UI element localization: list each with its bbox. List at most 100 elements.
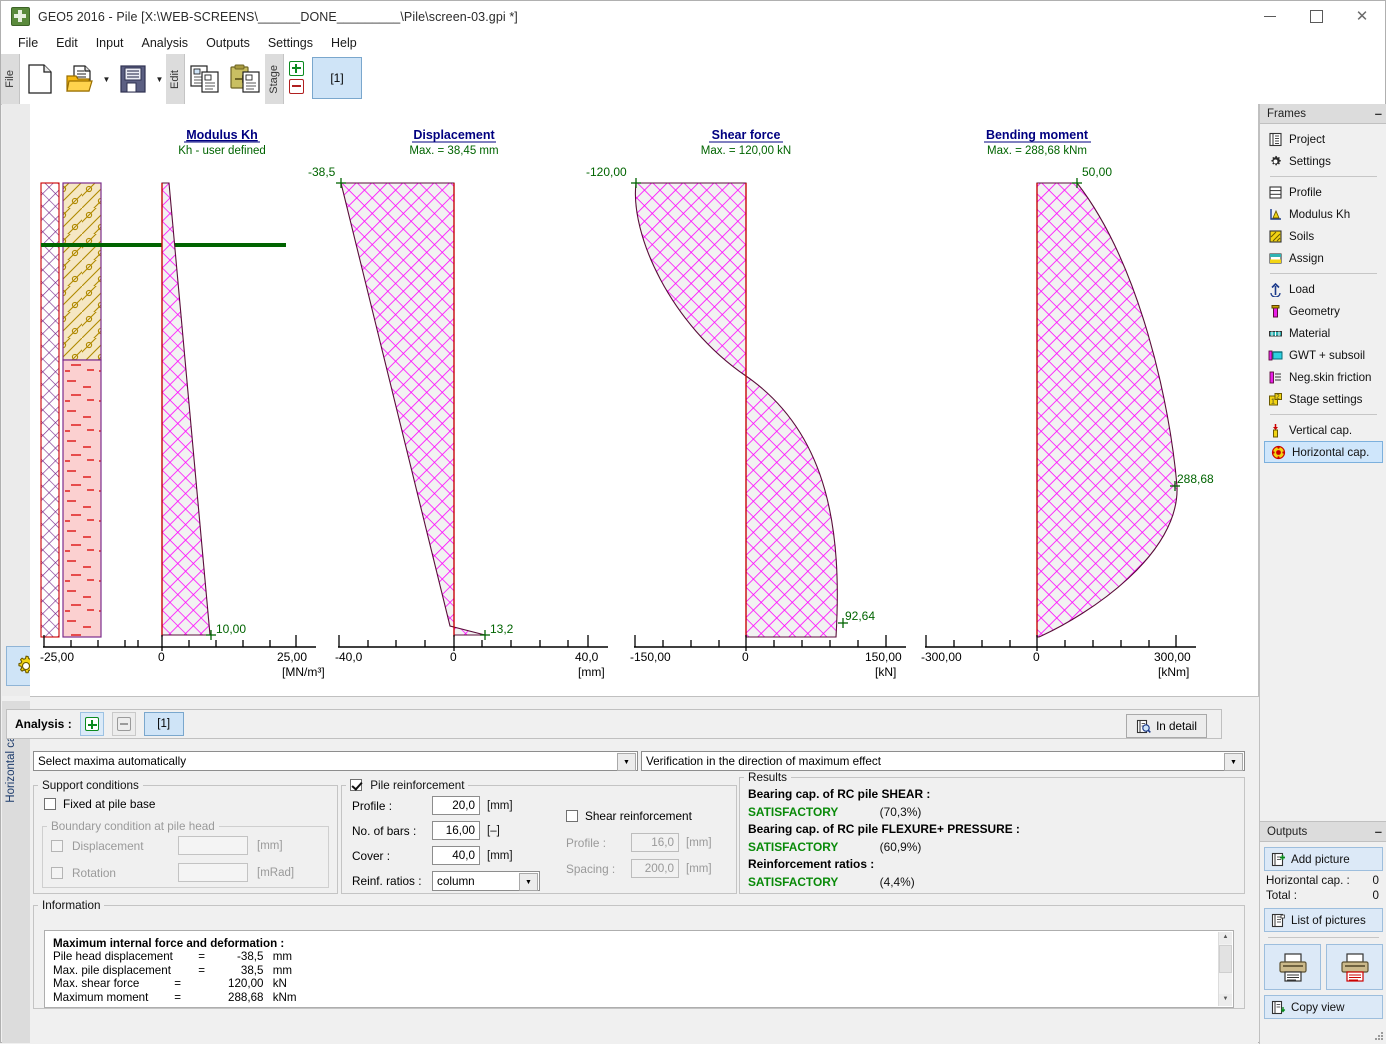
- information-group: Information Maximum internal force and d…: [33, 899, 1245, 1009]
- result-pct-shear: (70,3%): [880, 804, 922, 822]
- outputs-total-label: Total :: [1266, 889, 1297, 902]
- frames-collapse-button[interactable]: –: [1375, 109, 1382, 119]
- analysis-stage-tab[interactable]: [1]: [144, 712, 184, 736]
- shear-profile-input[interactable]: 16,0: [631, 833, 679, 852]
- in-detail-button[interactable]: In detail: [1126, 714, 1207, 738]
- frames-list: Project Settings Profile Modulus Kh: [1260, 124, 1386, 463]
- outputs-panel-title: Outputs: [1267, 826, 1307, 838]
- maxima-select-arrow[interactable]: ▼: [617, 753, 636, 771]
- outputs-collapse-button[interactable]: –: [1375, 827, 1382, 837]
- maxima-select[interactable]: Select maxima automatically ▼: [33, 751, 638, 771]
- toolbar-group-edit: Edit: [166, 54, 185, 104]
- axis-shear: -150,00 0 150,00 [kN]: [630, 635, 906, 679]
- reinf-ratios-select[interactable]: column ▼: [432, 871, 540, 891]
- minimize-button[interactable]: [1247, 1, 1293, 32]
- cover-unit: [mm]: [487, 850, 513, 862]
- save-dropdown-arrow[interactable]: ▼: [153, 56, 166, 102]
- scroll-down-arrow[interactable]: ▼: [1219, 994, 1232, 1006]
- sidebar-item-assign[interactable]: Assign: [1262, 247, 1385, 269]
- information-box[interactable]: Maximum internal force and deformation :…: [44, 930, 1234, 1008]
- info-unit-3: kN: [273, 977, 287, 990]
- info-row-4: Maximum moment = 288,68 kNm: [53, 991, 1225, 1004]
- toolbar-group-stage-label: Stage: [268, 65, 280, 94]
- analysis-drawing-canvas[interactable]: Modulus Kh Kh - user defined 10,00: [30, 104, 1259, 697]
- menu-settings[interactable]: Settings: [259, 34, 322, 52]
- spacing-input[interactable]: 200,0: [631, 859, 679, 878]
- fixed-at-pile-base-checkbox[interactable]: [44, 798, 56, 810]
- menu-outputs[interactable]: Outputs: [197, 34, 259, 52]
- result-status-ratios: SATISFACTORY: [748, 875, 838, 889]
- kh-tick-min: -25,00: [40, 650, 74, 664]
- sidebar-item-settings[interactable]: Settings: [1262, 150, 1385, 172]
- reinf-ratios-arrow[interactable]: ▼: [519, 873, 538, 891]
- paste-button[interactable]: [225, 56, 265, 102]
- shear-reinforcement-checkbox[interactable]: [566, 810, 578, 822]
- save-file-button[interactable]: [113, 56, 153, 102]
- displacement-checkbox[interactable]: [51, 840, 63, 852]
- add-stage-button[interactable]: [289, 61, 304, 76]
- new-file-button[interactable]: [20, 56, 60, 102]
- rotation-checkbox[interactable]: [51, 867, 63, 879]
- copy-button[interactable]: [185, 56, 225, 102]
- sidebar-item-geometry[interactable]: Geometry: [1262, 300, 1385, 322]
- menu-help[interactable]: Help: [322, 34, 366, 52]
- menu-file[interactable]: File: [9, 34, 47, 52]
- print-document-button[interactable]: [1326, 944, 1383, 990]
- information-scrollbar[interactable]: ▲ ▼: [1218, 932, 1232, 1006]
- rotation-input[interactable]: [178, 863, 248, 882]
- sidebar-item-soils[interactable]: Soils: [1262, 225, 1385, 247]
- axis-displacement: -40,0 0 40,0 [mm]: [335, 635, 608, 679]
- sidebar-item-neg-skin-friction[interactable]: Neg.skin friction: [1262, 366, 1385, 388]
- cover-input[interactable]: 40,0: [432, 846, 480, 865]
- verification-select[interactable]: Verification in the direction of maximum…: [641, 751, 1245, 771]
- maximize-button[interactable]: [1293, 1, 1339, 32]
- profile-input[interactable]: 20,0: [432, 796, 480, 815]
- stage-tab-1[interactable]: [1]: [312, 57, 362, 99]
- menu-edit[interactable]: Edit: [47, 34, 87, 52]
- left-vertical-tab-horizontal-cap[interactable]: Horizontal cap.: [2, 701, 31, 1043]
- displacement-base-label: 13,2: [490, 622, 514, 636]
- menu-analysis[interactable]: Analysis: [133, 34, 198, 52]
- sidebar-item-project[interactable]: Project: [1262, 128, 1385, 150]
- pile-reinforcement-checkbox[interactable]: [350, 779, 362, 791]
- copy-view-button[interactable]: Copy view: [1264, 995, 1383, 1019]
- sidebar-item-stage-settings[interactable]: 12 Stage settings: [1262, 388, 1385, 410]
- menu-input[interactable]: Input: [87, 34, 133, 52]
- scroll-up-arrow[interactable]: ▲: [1219, 932, 1232, 944]
- sidebar-item-gwt-subsoil[interactable]: GWT + subsoil: [1262, 344, 1385, 366]
- info-unit-4: kNm: [273, 991, 297, 1004]
- add-picture-button[interactable]: Add picture: [1264, 847, 1383, 871]
- info-label-4: Maximum moment: [53, 991, 171, 1004]
- window-title: GEO5 2016 - Pile [X:\WEB-SCREENS\______D…: [38, 10, 518, 24]
- sidebar-item-load[interactable]: Load: [1262, 278, 1385, 300]
- analysis-add-button[interactable]: [80, 712, 104, 736]
- sidebar-item-horizontal-cap[interactable]: Horizontal cap.: [1264, 441, 1383, 463]
- open-file-button[interactable]: [60, 56, 100, 102]
- info-eq-3: =: [174, 977, 212, 990]
- list-of-pictures-button[interactable]: List of pictures: [1264, 908, 1383, 932]
- result-title-shear: Bearing cap. of RC pile SHEAR :: [748, 786, 1244, 804]
- frames-panel-title: Frames: [1267, 108, 1306, 120]
- application-window: GEO5 2016 - Pile [X:\WEB-SCREENS\______D…: [0, 0, 1386, 1043]
- displacement-input[interactable]: [178, 836, 248, 855]
- print-button[interactable]: [1264, 944, 1321, 990]
- shear-tick-max: 150,00: [865, 650, 902, 664]
- sidebar-item-material[interactable]: Material: [1262, 322, 1385, 344]
- edit-buttons: [185, 54, 265, 104]
- sidebar-item-modulus-kh[interactable]: Modulus Kh: [1262, 203, 1385, 225]
- sidebar-item-vertical-cap[interactable]: Vertical cap.: [1262, 419, 1385, 441]
- close-button[interactable]: ✕: [1339, 1, 1385, 32]
- sidebar-label: Assign: [1289, 252, 1324, 265]
- bars-input[interactable]: 16,00: [432, 821, 480, 840]
- open-dropdown-arrow[interactable]: ▼: [100, 56, 113, 102]
- remove-stage-button[interactable]: [289, 79, 304, 94]
- scroll-thumb[interactable]: [1219, 945, 1232, 973]
- panel-resize-grip[interactable]: [1374, 1031, 1384, 1041]
- support-conditions-legend: Support conditions: [38, 779, 143, 792]
- gear-icon: [1268, 154, 1283, 169]
- fixed-at-pile-base-row[interactable]: Fixed at pile base: [44, 797, 337, 811]
- sidebar-item-profile[interactable]: Profile: [1262, 181, 1385, 203]
- shear-reinforcement-row[interactable]: Shear reinforcement: [566, 809, 692, 823]
- analysis-remove-button[interactable]: [112, 712, 136, 736]
- verification-select-arrow[interactable]: ▼: [1224, 753, 1243, 771]
